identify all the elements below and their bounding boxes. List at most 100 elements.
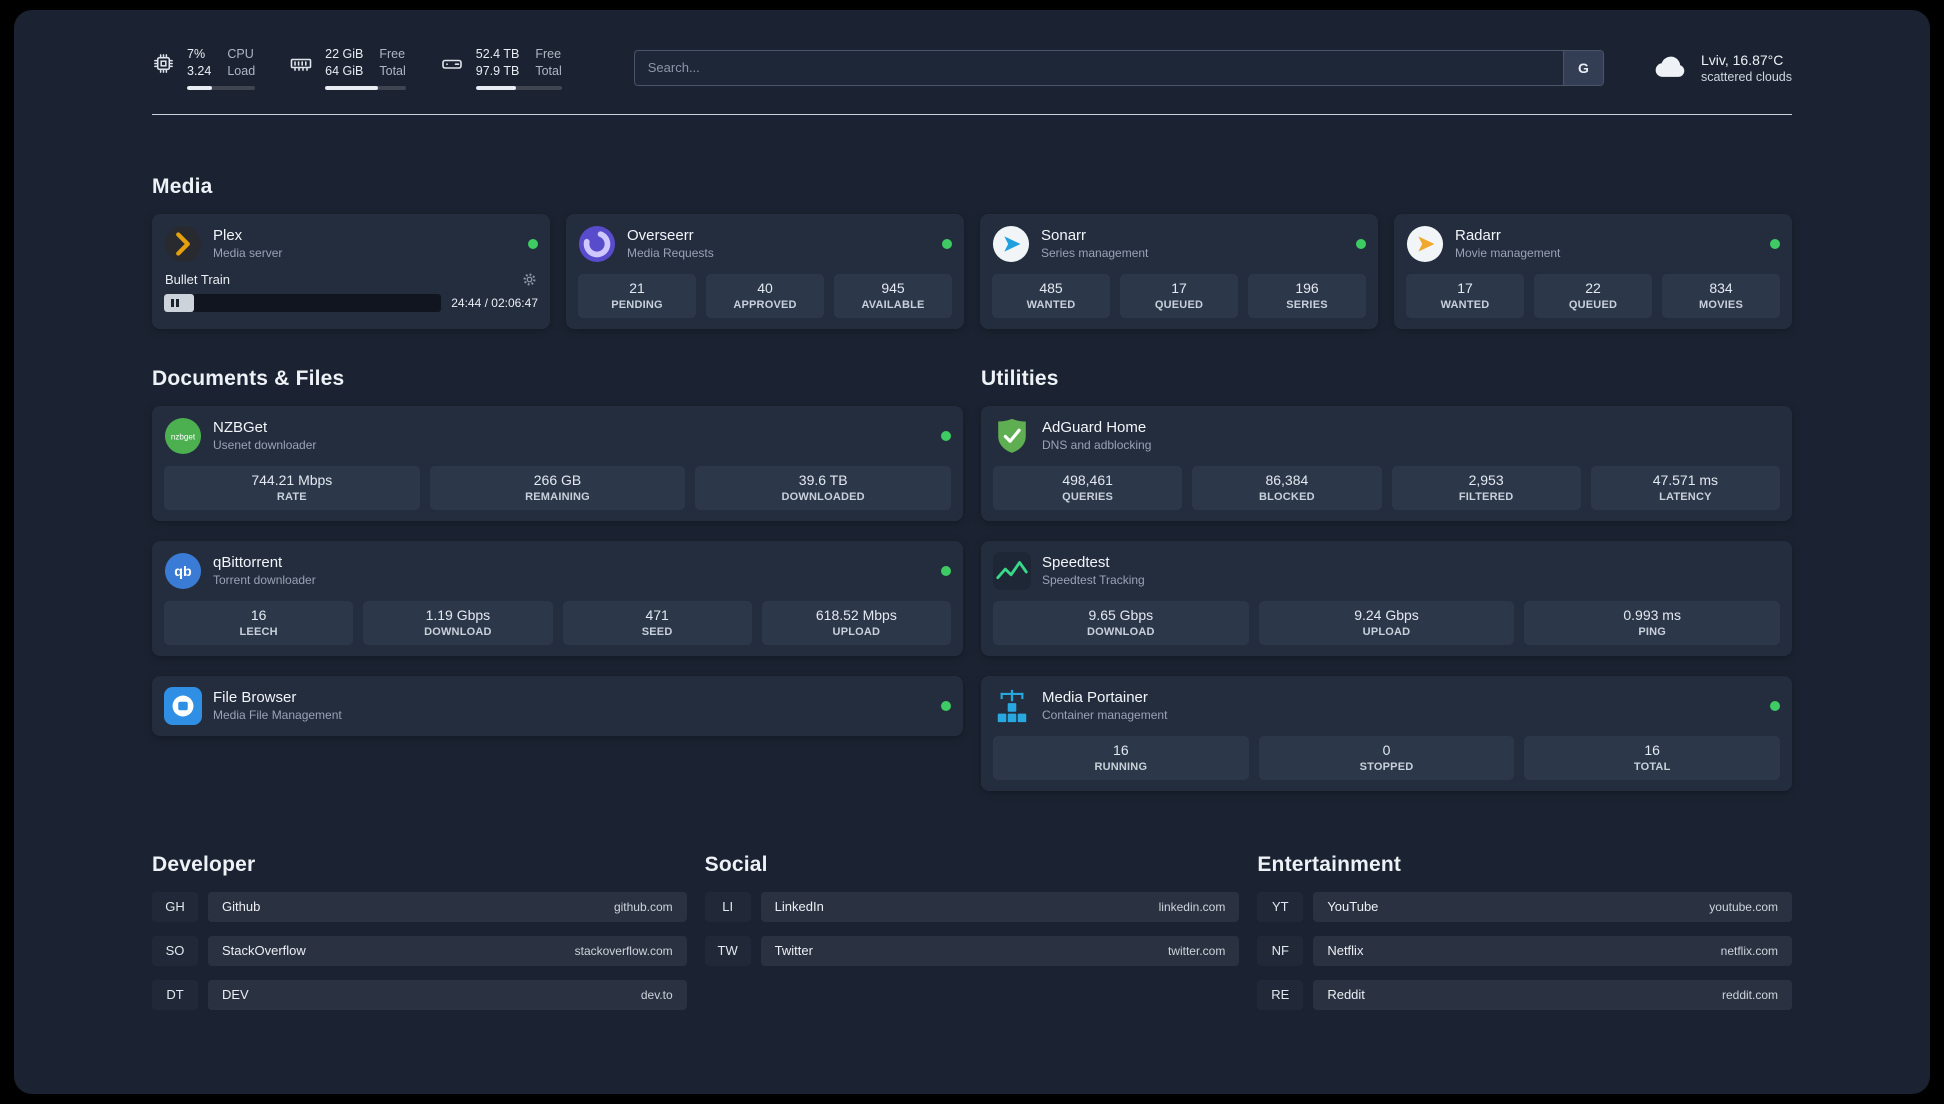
app-subtitle: Media server [213, 246, 283, 260]
app-card-overseerr[interactable]: Overseerr Media Requests 21 PENDING 40 A… [566, 213, 964, 329]
disk-free-label: Free [535, 47, 562, 61]
ram-widget: 22 GiB 64 GiB Free Total [289, 46, 406, 90]
ram-free-label: Free [379, 47, 406, 61]
bookmark-linkedin[interactable]: LinkedIn linkedin.com [760, 891, 1240, 922]
cpu-widget: 7% 3.24 CPU Load [152, 46, 256, 90]
status-dot [941, 430, 951, 441]
app-card-filebrowser[interactable]: File Browser Media File Management [152, 675, 963, 736]
stat-filtered: 2,953 FILTERED [1391, 465, 1581, 510]
disk-free: 52.4 TB [475, 47, 520, 61]
stat-download: 9.65 Gbps DOWNLOAD [993, 600, 1249, 645]
status-dot [528, 238, 538, 249]
cpu-load: 3.24 [187, 64, 212, 79]
portainer-icon [993, 687, 1031, 725]
stat-remaining: 266 GB REMAINING [429, 465, 686, 510]
stat-approved: 40 APPROVED [706, 273, 824, 318]
stat-queued: 22 QUEUED [1534, 273, 1652, 318]
search-input[interactable] [633, 49, 1604, 86]
dashboard-panel: 7% 3.24 CPU Load 22 GiB 64 GiB Free Tota… [14, 10, 1930, 1094]
app-name: Radarr [1455, 227, 1501, 244]
app-name: Overseerr [627, 227, 694, 244]
app-card-portainer[interactable]: Media Portainer Container management 16 … [981, 675, 1792, 791]
bookmark-abbr-youtube: YT [1257, 891, 1304, 922]
section-title-documents: Documents & Files [152, 366, 345, 390]
app-card-speedtest[interactable]: Speedtest Speedtest Tracking 9.65 Gbps D… [981, 540, 1792, 656]
app-name: qBittorrent [213, 554, 283, 571]
section-title-entertainment: Entertainment [1257, 852, 1402, 876]
stat-queued: 17 QUEUED [1120, 273, 1238, 318]
bookmark-reddit[interactable]: Reddit reddit.com [1313, 979, 1792, 1010]
section-title-media: Media [152, 174, 213, 198]
bookmark-abbr-dev: DT [152, 979, 198, 1010]
sonarr-icon [992, 225, 1030, 263]
stat-movies: 834 MOVIES [1662, 273, 1780, 318]
dashboard-screen: 7% 3.24 CPU Load 22 GiB 64 GiB Free Tota… [0, 0, 1944, 1104]
overseerr-icon [578, 225, 616, 263]
bookmark-twitter[interactable]: Twitter twitter.com [760, 935, 1240, 966]
weather-widget: Lviv, 16.87°C scattered clouds [1652, 50, 1792, 85]
stat-series: 196 SERIES [1248, 273, 1366, 318]
app-name: Media Portainer [1042, 689, 1148, 706]
bookmark-row: LI LinkedIn linkedin.com [704, 891, 1240, 922]
app-name: Plex [213, 227, 243, 244]
app-card-sonarr[interactable]: Sonarr Series management 485 WANTED 17 Q… [980, 213, 1378, 329]
bookmark-row: YT YouTube youtube.com [1257, 891, 1792, 922]
app-subtitle: Speedtest Tracking [1042, 573, 1145, 587]
adguard-icon [993, 417, 1031, 455]
disk-widget: 52.4 TB 97.9 TB Free Total [440, 46, 562, 90]
bookmark-youtube[interactable]: YouTube youtube.com [1313, 891, 1792, 922]
bookmark-github[interactable]: Github github.com [208, 891, 687, 922]
app-card-nzbget[interactable]: nzbget NZBGet Usenet downloader 744.21 M… [152, 405, 963, 521]
stat-downloaded: 39.6 TB DOWNLOADED [695, 465, 952, 510]
bookmark-row: DT DEV dev.to [152, 979, 687, 1010]
pause-icon[interactable] [171, 298, 179, 307]
cpu-load-label: Load [227, 64, 256, 79]
bookmark-netflix[interactable]: Netflix netflix.com [1313, 935, 1792, 966]
stat-running: 16 RUNNING [993, 735, 1249, 780]
bookmark-dev[interactable]: DEV dev.to [208, 979, 687, 1010]
stat-rate: 744.21 Mbps RATE [164, 465, 420, 510]
stat-leech: 16 LEECH [164, 600, 354, 645]
stat-latency: 47.571 ms LATENCY [1590, 465, 1780, 510]
bookmark-row: SO StackOverflow stackoverflow.com [152, 935, 687, 966]
app-subtitle: Usenet downloader [213, 438, 317, 452]
stat-seed: 471 SEED [562, 600, 752, 645]
section-title-utilities: Utilities [981, 366, 1059, 390]
stat-blocked: 86,384 BLOCKED [1192, 465, 1382, 510]
ram-icon [289, 52, 313, 76]
bookmark-abbr-linkedin: LI [704, 891, 751, 922]
playback-time: 24:44 / 02:06:47 [451, 295, 538, 310]
top-bar: 7% 3.24 CPU Load 22 GiB 64 GiB Free Tota… [152, 46, 1792, 90]
app-card-radarr[interactable]: Radarr Movie management 17 WANTED 22 QUE… [1394, 213, 1792, 329]
cloud-icon [1652, 50, 1690, 85]
cpu-percent: 7% [187, 47, 206, 61]
app-name: Speedtest [1042, 554, 1110, 571]
stat-pending: 21 PENDING [578, 273, 696, 318]
status-dot [941, 700, 951, 711]
search-engine-button[interactable]: G [1562, 50, 1603, 85]
app-subtitle: Container management [1042, 708, 1168, 722]
stat-available: 945 AVAILABLE [834, 273, 952, 318]
section-title-social: Social [704, 852, 768, 876]
svg-text:qb: qb [174, 564, 192, 580]
speedtest-icon [993, 551, 1031, 590]
app-card-qbittorrent[interactable]: qb qBittorrent Torrent downloader 16 LEE… [152, 540, 963, 656]
app-card-plex[interactable]: Plex Media server Bullet Train 24:44 / 0… [152, 213, 550, 329]
app-subtitle: DNS and adblocking [1042, 438, 1152, 452]
bookmark-stackoverflow[interactable]: StackOverflow stackoverflow.com [208, 935, 687, 966]
bookmark-abbr-netflix: NF [1257, 935, 1304, 966]
section-title-developer: Developer [152, 852, 256, 876]
weather-location: Lviv, 16.87°C [1700, 51, 1784, 68]
bookmark-abbr-twitter: TW [704, 935, 751, 966]
playback-progress-bar[interactable] [164, 293, 442, 312]
ram-free: 22 GiB [325, 47, 364, 61]
app-subtitle: Media Requests [627, 246, 714, 260]
app-card-adguard[interactable]: AdGuard Home DNS and adblocking 498,461 … [981, 405, 1792, 521]
status-dot [1770, 700, 1780, 711]
settings-gear-icon[interactable] [522, 272, 537, 287]
disk-total: 97.9 TB [475, 64, 520, 79]
status-dot [1770, 238, 1780, 249]
stat-queries: 498,461 QUERIES [993, 465, 1183, 510]
now-playing-title: Bullet Train [165, 271, 231, 287]
stat-download: 1.19 Gbps DOWNLOAD [363, 600, 553, 645]
